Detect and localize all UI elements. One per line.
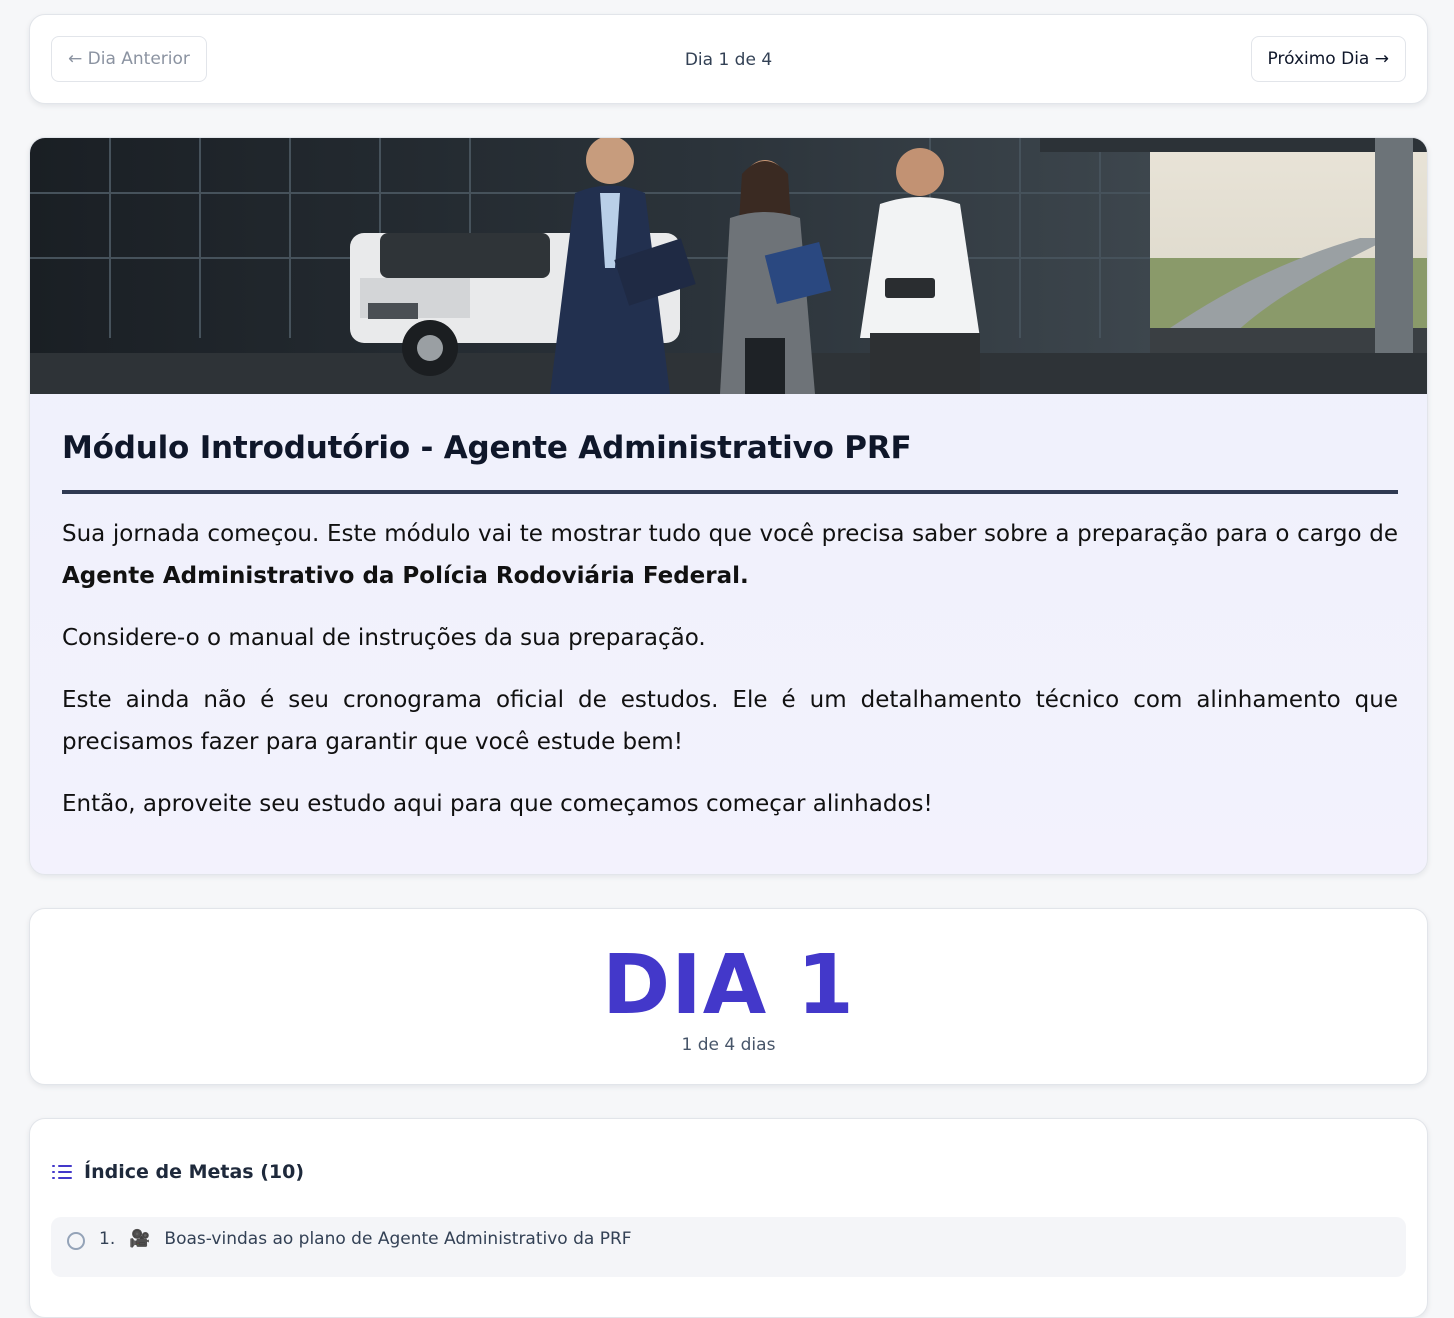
- day-navigation-bar: ← Dia Anterior Dia 1 de 4 Próximo Dia →: [29, 14, 1428, 104]
- goals-index-header: Índice de Metas (10): [52, 1161, 304, 1183]
- day-header-card: DIA 1 1 de 4 dias: [29, 908, 1428, 1085]
- module-intro-card: Módulo Introdutório - Agente Administrat…: [29, 137, 1428, 875]
- list-icon: [52, 1165, 72, 1179]
- previous-day-button[interactable]: ← Dia Anterior: [51, 36, 207, 82]
- hero-image: [30, 138, 1427, 394]
- closing-paragraph: Então, aproveite seu estudo aqui para qu…: [62, 791, 933, 817]
- module-intro-content: Módulo Introdutório - Agente Administrat…: [62, 394, 1398, 825]
- goals-index-card: Índice de Metas (10) 1. 🎥 Boas-vindas ao…: [29, 1118, 1428, 1318]
- module-title: Módulo Introdutório - Agente Administrat…: [62, 430, 912, 466]
- intro-paragraph: Sua jornada começou. Este módulo vai te …: [62, 521, 1398, 589]
- goal-label: Boas-vindas ao plano de Agente Administr…: [164, 1229, 632, 1249]
- film-icon: 🎥: [129, 1229, 151, 1249]
- goals-index-title: Índice de Metas (10): [84, 1161, 305, 1183]
- intro-paragraph-bold: Agente Administrativo da Polícia Rodoviá…: [62, 563, 749, 589]
- goal-number: 1.: [99, 1229, 116, 1249]
- day-counter: Dia 1 de 4: [684, 50, 773, 70]
- goal-item[interactable]: 1. 🎥 Boas-vindas ao plano de Agente Admi…: [51, 1217, 1406, 1277]
- manual-paragraph: Considere-o o manual de instruções da su…: [62, 625, 706, 651]
- next-day-button[interactable]: Próximo Dia →: [1250, 36, 1406, 82]
- day-title: DIA 1: [602, 938, 855, 1033]
- title-divider: [62, 490, 1398, 494]
- day-subtitle: 1 de 4 dias: [681, 1035, 776, 1055]
- schedule-paragraph: Este ainda não é seu cronograma oficial …: [62, 687, 1398, 755]
- goal-checkbox[interactable]: [67, 1232, 85, 1250]
